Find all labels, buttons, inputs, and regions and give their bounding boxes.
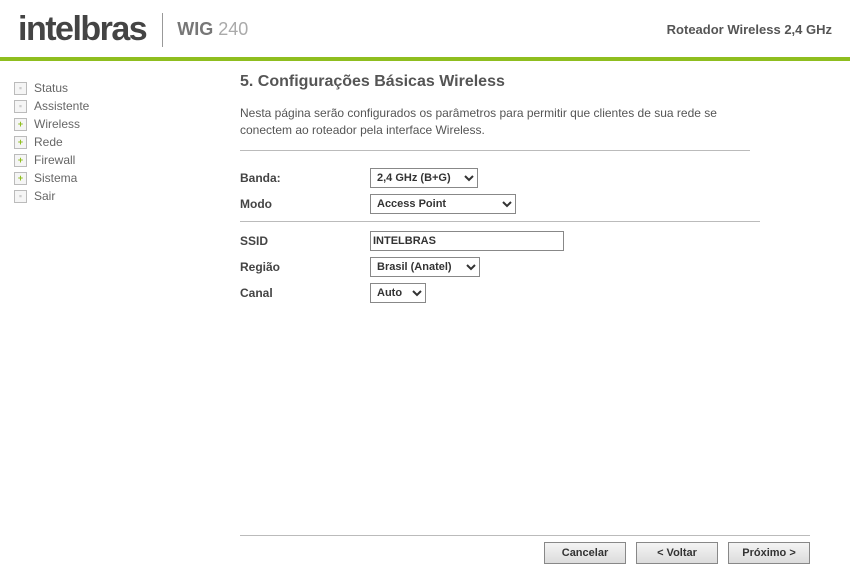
header: intelbras WIG 240 Roteador Wireless 2,4 … (0, 0, 850, 57)
model-number: 240 (218, 19, 248, 39)
page-title: 5. Configurações Básicas Wireless (240, 73, 810, 91)
page-icon: ▪ (14, 82, 27, 95)
wireless-form: Banda: 2,4 GHz (B+G) Modo Access Point S… (240, 165, 760, 306)
next-button[interactable]: Próximo > (728, 542, 810, 564)
model-label: WIG 240 (177, 19, 248, 40)
expand-icon: + (14, 118, 27, 131)
mode-label: Modo (240, 197, 370, 211)
channel-select[interactable]: Auto (370, 283, 426, 303)
channel-label: Canal (240, 286, 370, 300)
ssid-label: SSID (240, 234, 370, 248)
sidebar-item-status[interactable]: ▪ Status (14, 79, 180, 97)
form-divider (240, 221, 760, 222)
button-bar: Cancelar < Voltar Próximo > (240, 535, 810, 564)
sidebar-item-label: Sair (34, 189, 55, 203)
sidebar-item-label: Firewall (34, 153, 75, 167)
brand-logo: intelbras (18, 10, 146, 49)
band-label: Banda: (240, 171, 370, 185)
cancel-button[interactable]: Cancelar (544, 542, 626, 564)
expand-icon: + (14, 172, 27, 185)
region-label: Região (240, 260, 370, 274)
sidebar: ▪ Status ▪ Assistente + Wireless + Rede … (0, 61, 180, 576)
sidebar-item-label: Status (34, 81, 68, 95)
back-button[interactable]: < Voltar (636, 542, 718, 564)
page-intro: Nesta página serão configurados os parâm… (240, 105, 750, 151)
sidebar-item-label: Rede (34, 135, 63, 149)
model-prefix: WIG (177, 19, 213, 39)
sidebar-item-wireless[interactable]: + Wireless (14, 115, 180, 133)
sidebar-item-assistente[interactable]: ▪ Assistente (14, 97, 180, 115)
sidebar-item-sair[interactable]: ▪ Sair (14, 187, 180, 205)
sidebar-item-firewall[interactable]: + Firewall (14, 151, 180, 169)
sidebar-item-label: Wireless (34, 117, 80, 131)
ssid-input[interactable] (370, 231, 564, 251)
sidebar-item-sistema[interactable]: + Sistema (14, 169, 180, 187)
band-select[interactable]: 2,4 GHz (B+G) (370, 168, 478, 188)
header-divider (162, 13, 163, 47)
mode-select[interactable]: Access Point (370, 194, 516, 214)
sidebar-item-label: Sistema (34, 171, 77, 185)
page-icon: ▪ (14, 100, 27, 113)
sidebar-item-label: Assistente (34, 99, 89, 113)
region-select[interactable]: Brasil (Anatel) (370, 257, 480, 277)
expand-icon: + (14, 136, 27, 149)
page-icon: ▪ (14, 190, 27, 203)
sidebar-item-rede[interactable]: + Rede (14, 133, 180, 151)
expand-icon: + (14, 154, 27, 167)
product-tagline: Roteador Wireless 2,4 GHz (667, 22, 832, 37)
main-panel: 5. Configurações Básicas Wireless Nesta … (180, 61, 850, 576)
